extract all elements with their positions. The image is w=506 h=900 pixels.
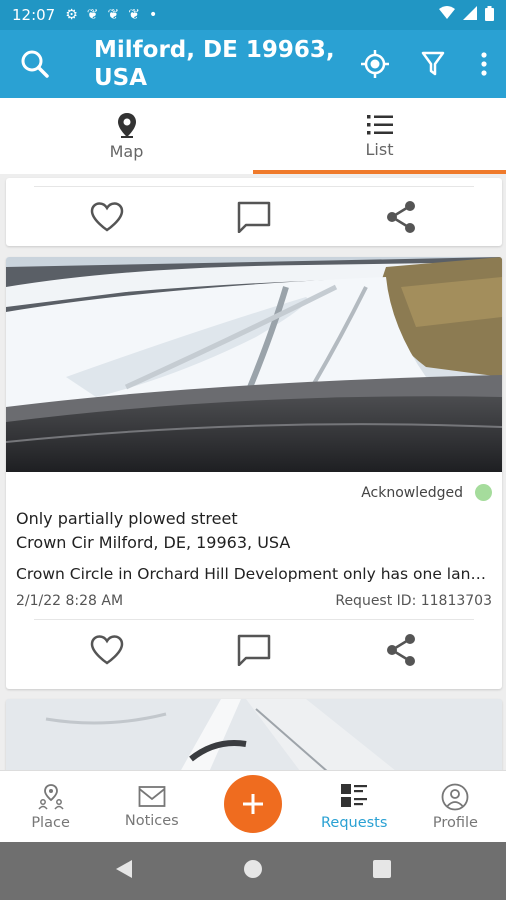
status-label: Acknowledged bbox=[361, 484, 463, 501]
nav-profile[interactable]: Profile bbox=[405, 771, 506, 842]
bottom-nav: Place Notices Requests Profile bbox=[0, 770, 506, 842]
request-list[interactable]: Acknowledged Only partially plowed stree… bbox=[0, 174, 506, 770]
tab-list[interactable]: List bbox=[253, 98, 506, 174]
snowy-street-image bbox=[6, 257, 502, 472]
search-button[interactable] bbox=[0, 30, 70, 98]
tab-map-label: Map bbox=[109, 141, 144, 161]
share-button[interactable] bbox=[376, 192, 426, 242]
recents-icon bbox=[373, 860, 391, 878]
request-title: Only partially plowed street bbox=[16, 509, 238, 528]
share-button[interactable] bbox=[376, 625, 426, 675]
card-actions bbox=[34, 619, 474, 679]
place-icon bbox=[38, 783, 64, 809]
envelope-icon bbox=[138, 785, 166, 807]
map-pin-icon bbox=[117, 112, 136, 138]
bird-icon: ❦ bbox=[107, 7, 120, 23]
nav-notices[interactable]: Notices bbox=[101, 771, 202, 842]
recents-button[interactable] bbox=[373, 860, 391, 882]
nav-place-label: Place bbox=[31, 814, 70, 831]
request-date: 2/1/22 8:28 AM bbox=[16, 593, 124, 609]
gear-icon: ⚙ bbox=[65, 7, 78, 23]
home-button[interactable] bbox=[243, 859, 263, 883]
tab-map[interactable]: Map bbox=[0, 98, 253, 174]
heart-icon bbox=[91, 634, 124, 665]
crosshair-icon bbox=[361, 50, 389, 78]
more-vert-icon bbox=[481, 52, 487, 76]
notification-icons: ⚙ ❦ ❦ ❦ • bbox=[65, 7, 157, 23]
request-card[interactable] bbox=[6, 699, 502, 770]
request-photo[interactable] bbox=[6, 257, 502, 472]
request-card[interactable] bbox=[6, 178, 502, 246]
view-tabs: Map List bbox=[0, 98, 506, 174]
nav-place[interactable]: Place bbox=[0, 771, 101, 842]
nav-profile-label: Profile bbox=[432, 814, 478, 831]
request-photo bbox=[6, 699, 502, 770]
plus-icon bbox=[243, 793, 263, 814]
comment-button[interactable] bbox=[229, 192, 279, 242]
like-button[interactable] bbox=[82, 625, 132, 675]
status-bar: 12:07 ⚙ ❦ ❦ ❦ • bbox=[0, 0, 506, 30]
more-options-button[interactable] bbox=[462, 30, 506, 98]
dot-icon: • bbox=[149, 7, 158, 23]
status-time: 12:07 bbox=[12, 6, 56, 24]
bird-icon: ❦ bbox=[128, 7, 140, 23]
home-icon bbox=[244, 860, 262, 878]
status-row: Acknowledged bbox=[16, 484, 492, 501]
requests-icon bbox=[341, 783, 368, 807]
add-request-button[interactable] bbox=[224, 774, 282, 833]
request-card[interactable]: Acknowledged Only partially plowed stree… bbox=[6, 257, 502, 689]
list-icon bbox=[366, 114, 393, 134]
back-icon bbox=[116, 860, 132, 878]
nav-requests[interactable]: Requests bbox=[304, 771, 405, 842]
status-indicator bbox=[475, 484, 492, 501]
request-info: Acknowledged Only partially plowed stree… bbox=[6, 472, 502, 609]
wifi-icon bbox=[439, 6, 455, 24]
share-icon bbox=[386, 200, 415, 233]
request-description: Crown Circle in Orchard Hill Development… bbox=[16, 565, 492, 583]
app-bar: Milford, DE 19963, USA bbox=[0, 30, 506, 98]
bird-icon: ❦ bbox=[86, 7, 99, 23]
signal-icon bbox=[463, 6, 477, 24]
heart-icon bbox=[91, 201, 124, 232]
request-id: Request ID: 11813703 bbox=[335, 593, 492, 609]
profile-icon bbox=[442, 783, 469, 810]
comment-icon bbox=[237, 201, 271, 233]
share-icon bbox=[386, 633, 415, 666]
request-address: Crown Cir Milford, DE, 19963, USA bbox=[16, 533, 291, 552]
system-nav-bar bbox=[0, 842, 506, 900]
location-title[interactable]: Milford, DE 19963, USA bbox=[94, 36, 344, 92]
nav-notices-label: Notices bbox=[124, 812, 179, 829]
filter-icon bbox=[421, 51, 445, 76]
like-button[interactable] bbox=[82, 192, 132, 242]
battery-icon bbox=[485, 5, 494, 25]
comment-button[interactable] bbox=[229, 625, 279, 675]
back-button[interactable] bbox=[115, 859, 133, 883]
my-location-button[interactable] bbox=[346, 30, 404, 98]
search-icon bbox=[21, 50, 49, 78]
filter-button[interactable] bbox=[404, 30, 462, 98]
request-meta: 2/1/22 8:28 AM Request ID: 11813703 bbox=[16, 593, 492, 609]
comment-icon bbox=[237, 634, 271, 666]
tab-list-label: List bbox=[365, 139, 394, 159]
card-actions bbox=[34, 186, 474, 246]
nav-add[interactable] bbox=[202, 771, 303, 842]
nav-requests-label: Requests bbox=[320, 814, 388, 831]
